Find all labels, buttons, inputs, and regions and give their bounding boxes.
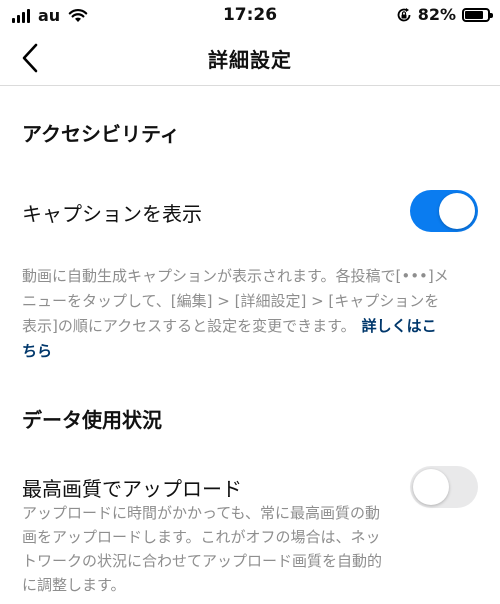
hq-upload-toggle[interactable] [410, 466, 478, 508]
hq-desc-line: トワークの状況に合わせてアップロード画質を自動的 [22, 552, 383, 570]
captions-desc-text: 表示]の順にアクセスすると設定を変更できます。 [22, 317, 356, 335]
status-right: 82% [396, 5, 493, 24]
status-bar: au 17:26 82% [0, 0, 500, 30]
captions-description: 動画に自動生成キャプションが表示されます。各投稿で[•••]メ ニューをタップし… [22, 264, 482, 364]
battery-level [465, 10, 484, 19]
nav-bar: 詳細設定 [0, 30, 500, 86]
captions-desc-line: ニューをタップして、[編集] > [詳細設定] > [キャプションを [22, 292, 440, 310]
section-title-accessibility: アクセシビリティ [22, 122, 180, 146]
captions-desc-line: ちら [22, 339, 482, 364]
page-title: 詳細設定 [208, 48, 292, 72]
hq-upload-description: アップロードに時間がかかっても、常に最高画質の動 画をアップロードします。これが… [22, 501, 402, 597]
captions-desc-line: 動画に自動生成キャプションが表示されます。各投稿で[•••]メ [22, 267, 449, 285]
captions-label: キャプションを表示 [22, 202, 202, 226]
hq-desc-line: 画をアップロードします。これがオフの場合は、ネッ [22, 528, 381, 546]
hq-desc-line: に調整します。 [22, 576, 126, 594]
captions-toggle[interactable] [410, 190, 478, 232]
captions-desc-line: 表示]の順にアクセスすると設定を変更できます。 詳しくはこ [22, 314, 482, 339]
hq-upload-label: 最高画質でアップロード [22, 477, 242, 501]
learn-more-link-cont[interactable]: ちら [22, 342, 52, 360]
battery-icon [462, 7, 493, 22]
learn-more-link[interactable]: 詳しくはこ [362, 317, 437, 335]
section-title-data-usage: データ使用状況 [22, 408, 162, 432]
battery-percent: 82% [417, 5, 456, 24]
orientation-lock-icon [397, 7, 411, 21]
hq-desc-line: アップロードに時間がかかっても、常に最高画質の動 [22, 504, 381, 522]
toggle-knob [439, 193, 475, 229]
toggle-knob [413, 469, 449, 505]
